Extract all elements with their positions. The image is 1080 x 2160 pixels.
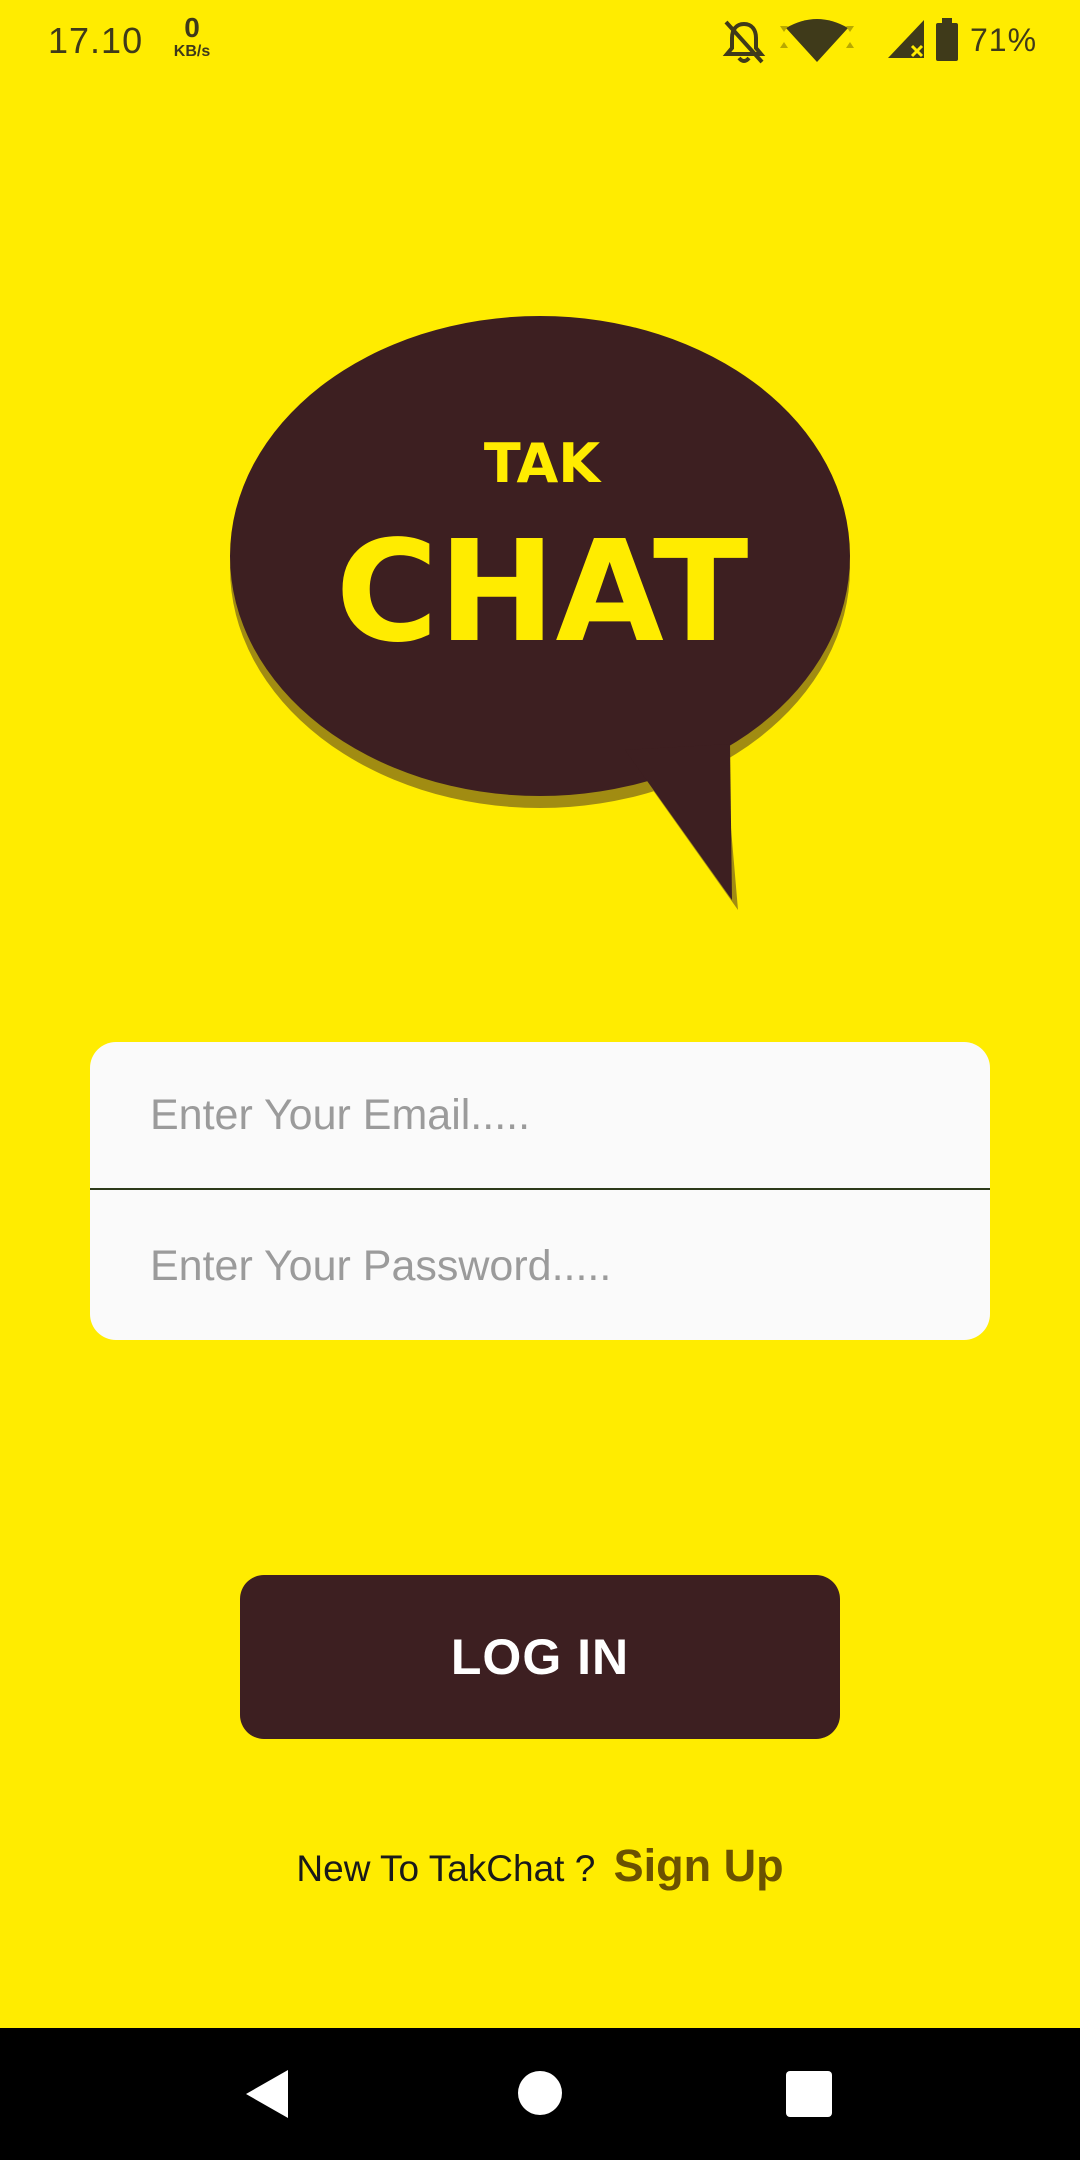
network-speed: 0 KB/s xyxy=(166,14,218,60)
tak-chat-logo: TAK CHAT xyxy=(220,310,860,910)
signup-row: New To TakChat ? Sign Up xyxy=(0,1840,1080,1892)
battery-percent: 71% xyxy=(970,22,1038,58)
home-icon[interactable] xyxy=(517,2070,563,2116)
battery-icon xyxy=(936,18,958,61)
login-card: Enter Your Email..... Enter Your Passwor… xyxy=(90,1042,990,1340)
email-placeholder: Enter Your Email..... xyxy=(150,1090,531,1139)
status-time: 17.10 xyxy=(48,20,144,61)
wifi-icon xyxy=(780,19,854,62)
email-field[interactable]: Enter Your Email..... xyxy=(90,1042,990,1190)
signal-icon xyxy=(888,20,924,58)
password-field[interactable]: Enter Your Password..... xyxy=(90,1192,990,1340)
network-speed-value: 0 xyxy=(184,12,200,43)
navigation-bar xyxy=(0,2028,1080,2160)
signup-link[interactable]: Sign Up xyxy=(614,1840,784,1891)
network-speed-unit: KB/s xyxy=(173,43,211,60)
logo-text-chat: CHAT xyxy=(336,511,749,674)
status-bar: 17.10 0 KB/s 71% xyxy=(0,0,1080,84)
notifications-off-icon xyxy=(722,20,766,64)
signup-prompt: New To TakChat ? xyxy=(296,1848,596,1889)
recents-icon[interactable] xyxy=(785,2070,833,2118)
password-placeholder: Enter Your Password..... xyxy=(150,1241,612,1290)
logo-text-tak: TAK xyxy=(484,432,602,495)
logo-bubble-tail xyxy=(625,744,732,900)
back-icon[interactable] xyxy=(244,2068,292,2120)
login-button[interactable]: LOG IN xyxy=(240,1575,840,1739)
